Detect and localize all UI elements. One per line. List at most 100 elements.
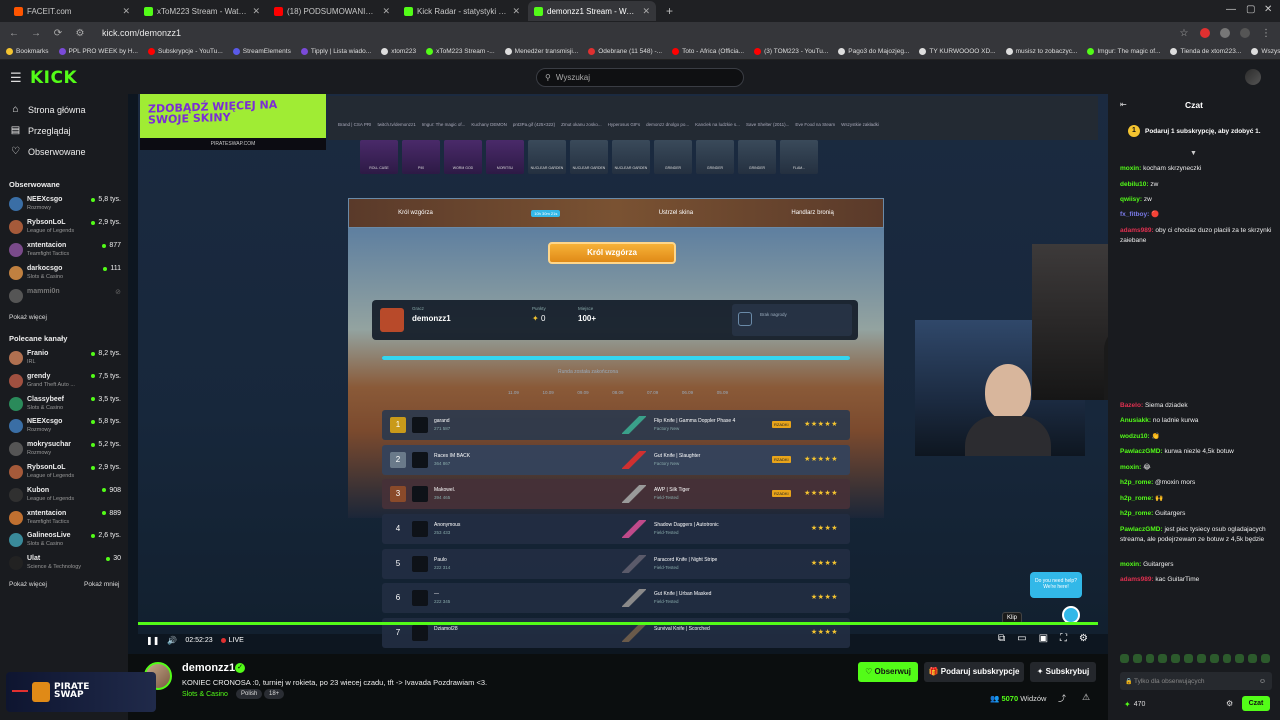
emote-icon[interactable]: [1248, 654, 1258, 663]
nav-browse[interactable]: ▤ Przeglądaj: [10, 125, 71, 136]
channel-item[interactable]: mammi0n ⊘: [9, 286, 121, 306]
stream-category[interactable]: Slots & Casino: [182, 691, 228, 698]
chat-username[interactable]: PawlaczGMD:: [1120, 448, 1163, 455]
emote-icon[interactable]: [1196, 654, 1206, 663]
channel-item[interactable]: NEEXcsgo Rozmowy 5,8 tys.: [9, 416, 121, 436]
channel-item[interactable]: GalineosLive Slots & Casino 2,6 tys.: [9, 530, 121, 550]
share-icon[interactable]: ⤴: [1058, 693, 1066, 704]
emote-icon[interactable]: [1209, 654, 1219, 663]
streamer-name[interactable]: demonzz1: [182, 662, 235, 674]
seek-bar[interactable]: [138, 622, 1098, 625]
bookmark-item[interactable]: Wszystkie zakładki: [1251, 48, 1280, 55]
channel-item[interactable]: xntentacion Teamfight Tactics 877: [9, 240, 121, 260]
show-less-button[interactable]: Pokaż mniej: [84, 581, 119, 588]
chat-username[interactable]: h2p_rome:: [1120, 495, 1153, 502]
emote-icon[interactable]: [1171, 654, 1181, 663]
extension-icon[interactable]: [1200, 28, 1210, 38]
channel-item[interactable]: Classybeef Slots & Casino 3,5 tys.: [9, 394, 121, 414]
bookmark-item[interactable]: Bookmarks: [6, 48, 49, 55]
tag-age[interactable]: 18+: [264, 689, 285, 699]
chat-username[interactable]: wodzu10:: [1120, 433, 1150, 440]
maximize-icon[interactable]: ▢: [1246, 4, 1255, 15]
channel-item[interactable]: grendy Grand Theft Auto ... 7,5 tys.: [9, 371, 121, 391]
bookmark-item[interactable]: Tipply | Lista wiado...: [300, 48, 371, 55]
browser-tab[interactable]: FACEIT.com ✕: [8, 1, 136, 21]
follow-button[interactable]: ♡ Obserwuj: [858, 662, 918, 682]
emote-icon[interactable]: [1158, 654, 1168, 663]
chat-username[interactable]: moxin:: [1120, 464, 1141, 471]
nav-heart[interactable]: ♡ Obserwowane: [10, 146, 86, 157]
minimize-icon[interactable]: —: [1226, 4, 1236, 15]
emote-icon[interactable]: [1261, 654, 1270, 663]
bookmark-item[interactable]: Tienda de xtom223...: [1170, 48, 1241, 55]
subscribe-button[interactable]: ✦ Subskrybuj: [1030, 662, 1096, 682]
browser-tab[interactable]: xToM223 Stream - Watch Live o... ✕: [138, 1, 266, 21]
close-tab-icon[interactable]: ✕: [252, 6, 260, 17]
close-tab-icon[interactable]: ✕: [122, 6, 130, 17]
bookmark-item[interactable]: Menedżer transmisji...: [504, 48, 578, 55]
date-label[interactable]: 09.09: [577, 390, 588, 395]
extension-icon[interactable]: [1220, 28, 1230, 38]
emote-icon[interactable]: [1235, 654, 1245, 663]
report-icon[interactable]: ⚠: [1082, 692, 1090, 703]
hamburger-menu-icon[interactable]: ☰: [10, 70, 22, 86]
bookmark-item[interactable]: Pago3 do Majozjeg...: [838, 48, 909, 55]
chat-username[interactable]: Bazelo:: [1120, 402, 1143, 409]
emote-icon[interactable]: [1132, 654, 1142, 663]
show-more-button[interactable]: Pokaż więcej: [9, 314, 47, 321]
bookmark-item[interactable]: Imgur: The magic of...: [1087, 48, 1160, 55]
show-more-button[interactable]: Pokaż więcej: [9, 581, 47, 588]
channel-item[interactable]: xntentacion Teamfight Tactics 889: [9, 508, 121, 528]
chat-username[interactable]: adams989:: [1120, 227, 1154, 234]
chat-send-button[interactable]: Czat: [1242, 696, 1270, 711]
emote-icon[interactable]: [1120, 654, 1129, 663]
chat-username[interactable]: PawlaczGMD:: [1120, 526, 1163, 533]
gift-sub-button[interactable]: 🎁 Podaruj subskrypcje: [924, 662, 1024, 682]
site-info-icon[interactable]: ⚙: [74, 28, 86, 39]
pip-icon[interactable]: ▣: [1039, 633, 1048, 644]
date-label[interactable]: 07.09: [647, 390, 658, 395]
pinned-message[interactable]: 1 Podaruj 1 subskrypcję, aby zdobyć 1.: [1128, 125, 1278, 137]
close-tab-icon[interactable]: ✕: [382, 6, 390, 17]
volume-icon[interactable]: 🔊: [167, 636, 177, 645]
chat-username[interactable]: h2p_rome:: [1120, 479, 1153, 486]
live-indicator[interactable]: LIVE: [220, 637, 244, 644]
close-tab-icon[interactable]: ✕: [642, 6, 650, 17]
video-player[interactable]: Brand | CSA PRI twitch.tv/demonzz1 Imgur: …: [128, 94, 1108, 654]
pirateswap-ad[interactable]: PIRATE SWAP: [6, 672, 156, 712]
search-input[interactable]: ⚲ Wyszukaj: [536, 68, 744, 87]
chat-username[interactable]: qwiisy:: [1120, 196, 1142, 203]
bookmark-item[interactable]: Subskrypcje - YouTu...: [148, 48, 223, 55]
date-label[interactable]: 05.09: [717, 390, 728, 395]
profile-icon[interactable]: [1240, 28, 1250, 38]
chevron-down-icon[interactable]: ▼: [1190, 150, 1197, 157]
settings-icon[interactable]: ⚙: [1079, 633, 1088, 644]
date-label[interactable]: 11.09: [508, 390, 519, 395]
chat-username[interactable]: h2p_rome:: [1120, 510, 1153, 517]
date-label[interactable]: 06.09: [682, 390, 693, 395]
bookmark-item[interactable]: Odebrane (11 548) -...: [588, 48, 662, 55]
chat-username[interactable]: debilu10:: [1120, 181, 1149, 188]
channel-item[interactable]: Ulat Science & Technology 30: [9, 553, 121, 573]
forward-icon[interactable]: →: [30, 28, 42, 39]
channel-item[interactable]: Kubon League of Legends 908: [9, 485, 121, 505]
clip-icon[interactable]: ⧉: [998, 633, 1005, 644]
chat-settings-icon[interactable]: ⚙: [1226, 699, 1233, 708]
emote-icon[interactable]: [1145, 654, 1155, 663]
kick-logo[interactable]: KICK: [30, 68, 77, 88]
bookmark-item[interactable]: xToM223 Stream -...: [426, 48, 495, 55]
chat-input[interactable]: 🔒 Tylko dla obserwujących ☺: [1120, 672, 1272, 690]
bookmark-item[interactable]: musisz to zobaczyc...: [1005, 48, 1077, 55]
user-avatar[interactable]: [1245, 69, 1261, 85]
channel-item[interactable]: RybsonLoL League of Legends 2,9 tys.: [9, 462, 121, 482]
menu-icon[interactable]: ⋮: [1260, 28, 1272, 39]
browser-tab[interactable]: (18) PODSUMOWANIE MIESIĄCA... ✕: [268, 1, 396, 21]
bookmark-item[interactable]: PPL PRO WEEK by H...: [58, 48, 138, 55]
pause-icon[interactable]: ❚❚: [146, 636, 159, 645]
chat-username[interactable]: moxin:: [1120, 165, 1141, 172]
bookmark-star-icon[interactable]: ☆: [1178, 28, 1190, 39]
channel-item[interactable]: RybsonLoL League of Legends 2,9 tys.: [9, 217, 121, 237]
chat-username[interactable]: moxin:: [1120, 561, 1141, 568]
channel-points[interactable]: ✦ 470: [1124, 700, 1145, 709]
chat-username[interactable]: adams989:: [1120, 576, 1154, 583]
